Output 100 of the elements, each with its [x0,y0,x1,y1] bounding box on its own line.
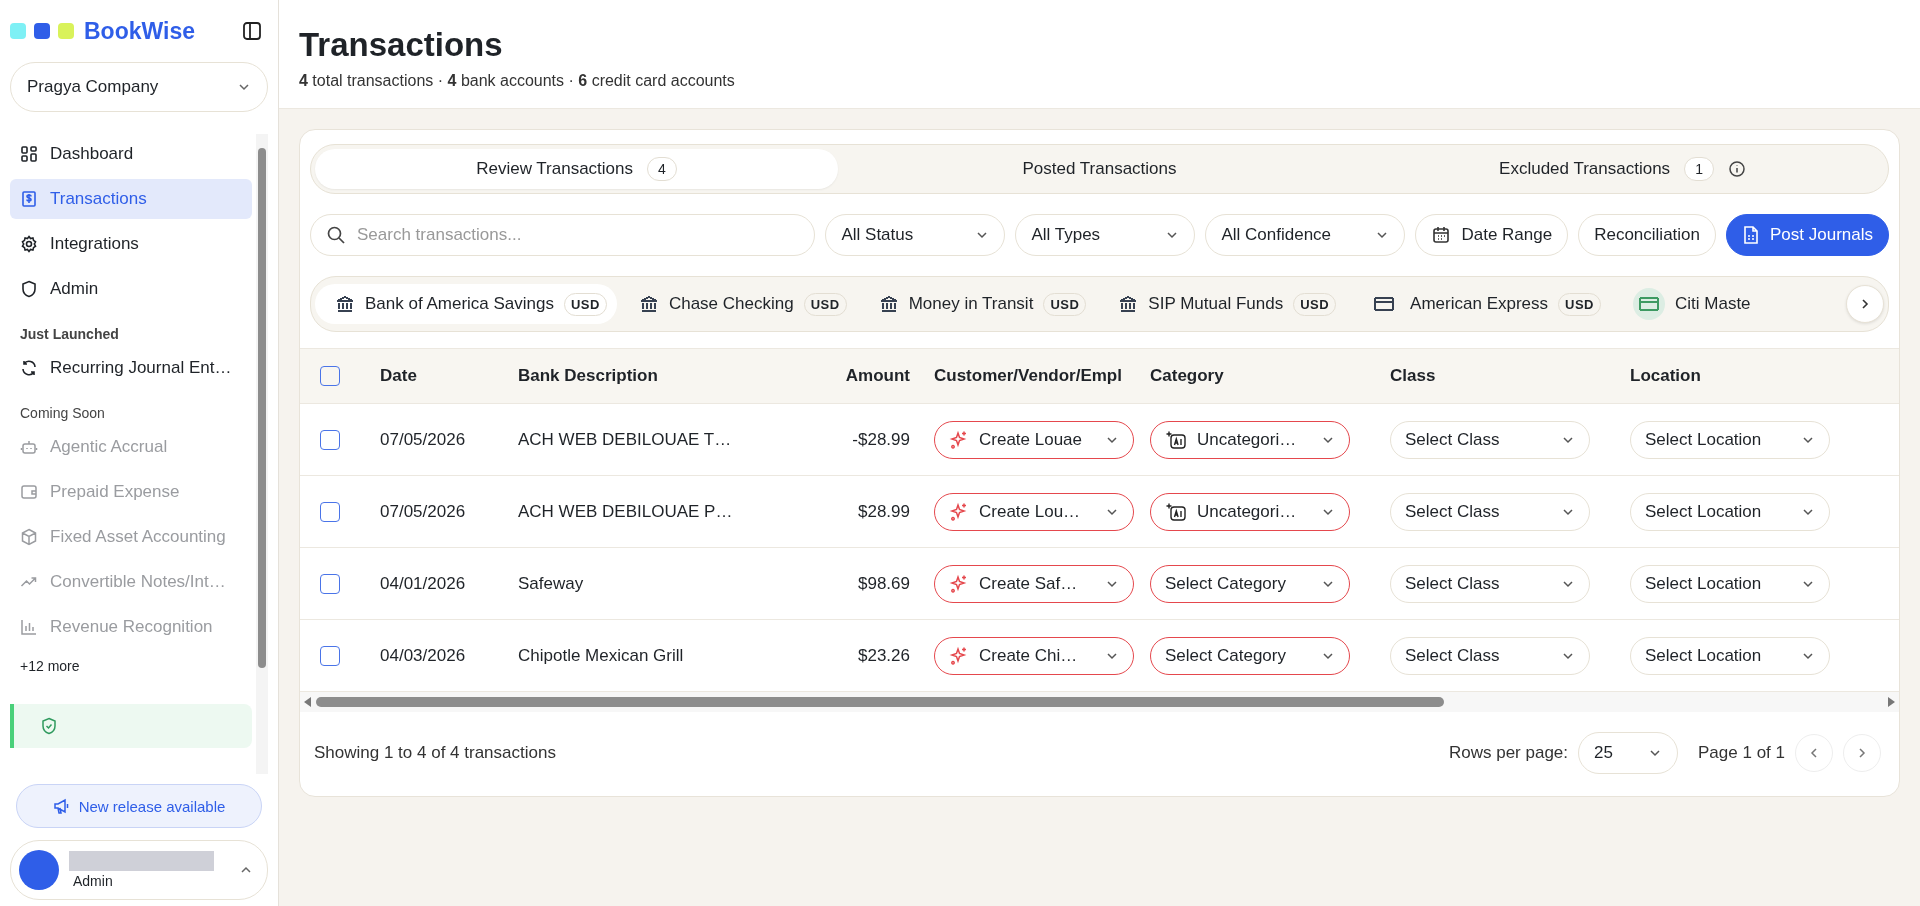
user-menu[interactable]: Admin [10,840,268,900]
nav-item[interactable]: Dashboard [10,134,252,174]
dropdown-select[interactable]: Select Location [1630,636,1830,675]
shield-check-icon [40,717,58,735]
dropdown-select[interactable]: Create Lou… [934,492,1134,531]
more-link[interactable]: +12 more [10,652,252,680]
reconciliation-button[interactable]: Reconciliation [1578,214,1716,256]
description-cell-text: ACH WEB DEBILOUAE T… [518,429,733,450]
robot-icon [20,438,38,456]
amount-cell-text: $23.26 [857,645,910,666]
column-header: Class [1390,366,1437,386]
tab[interactable]: Posted Transactions [838,149,1361,189]
tab[interactable]: Excluded Transactions 1 [1361,149,1884,189]
column-header: Amount [844,366,910,386]
column-header: Bank Description [518,366,659,386]
account-chip[interactable]: Bank of America Savings USD [315,284,617,324]
account-chip[interactable]: Chase Checking USD [618,284,857,324]
dropdown-select[interactable]: Select Category [1150,636,1350,675]
rows-per-page-label: Rows per page: [1448,743,1569,763]
dropdown-select[interactable]: Create Saf… [934,564,1134,603]
avatar [19,850,59,890]
sidebar-toggle-icon[interactable] [242,21,262,41]
scroll-left-icon[interactable] [304,697,312,707]
sparkle-icon [949,645,969,666]
search-field[interactable]: Search transactions... [310,214,816,256]
date-cell-text: 04/03/2026 [380,645,467,666]
dropdown-select[interactable]: Select Class [1390,420,1590,459]
dropdown-select[interactable]: Uncategori… [1150,420,1350,459]
document-icon [1742,225,1760,245]
ai-sparkle-icon [1165,501,1187,522]
column-header: Category [1150,366,1225,386]
scrollbar[interactable] [256,134,268,774]
count-badge: 1 [1684,157,1714,181]
scroll-right-icon[interactable] [1887,697,1895,707]
sparkle-icon [949,429,969,450]
column-header: Location [1630,366,1702,386]
account-chip[interactable]: Money in Transit USD [858,284,1097,324]
megaphone-icon [52,797,71,815]
dropdown-select[interactable]: Select Location [1630,564,1830,603]
dropdown-select[interactable]: Select Location [1630,420,1830,459]
section-heading: Coming Soon [19,404,106,423]
dropdown-select[interactable]: Select Class [1390,564,1590,603]
dropdown-select[interactable]: Select Location [1630,492,1830,531]
dashboard-icon [20,145,38,163]
refresh-icon [20,359,38,377]
date-cell-text: 07/05/2026 [380,429,467,450]
row-checkbox[interactable] [320,501,340,522]
brand-name: BookWise [84,17,195,45]
cube-icon [20,528,38,546]
date-range-button[interactable]: Date Range [1415,214,1569,256]
shield-icon [20,280,38,298]
amount-cell-text: $28.99 [857,501,910,522]
user-role: Admin [72,873,114,889]
section-heading: Just Launched [19,325,120,344]
select-all-checkbox[interactable] [320,366,340,386]
tab[interactable]: Review Transactions 4 [315,149,838,189]
amount-cell-text: $98.69 [857,573,910,594]
dropdown-select[interactable]: Select Category [1150,564,1350,603]
date-cell-text: 07/05/2026 [380,501,467,522]
account-chip[interactable]: Citi Maste [1613,284,1761,324]
release-button[interactable]: New release available [16,784,262,828]
dropdown-select[interactable]: Create Chi… [934,636,1134,675]
nav-item[interactable]: Recurring Journal Ent… [10,348,252,388]
date-cell-text: 04/01/2026 [380,573,467,594]
dropdown-select[interactable]: Uncategori… [1150,492,1350,531]
rows-per-page-select[interactable]: 25 [1578,732,1679,774]
account-chip[interactable]: SIP Mutual Funds USD [1098,284,1347,324]
description-cell-text: Safeway [518,573,585,594]
dropdown-select[interactable]: Select Class [1390,636,1590,675]
filter-select[interactable]: All Types [1015,214,1196,256]
pagination-summary: Showing 1 to 4 of 4 transactions [314,743,557,763]
sparkle-icon [949,501,969,522]
wallet-icon [20,483,38,501]
filter-select[interactable]: All Confidence [1205,214,1406,256]
dropdown-select[interactable]: Select Class [1390,492,1590,531]
sparkle-icon [949,573,969,594]
account-chip[interactable]: American Express USD [1348,284,1611,324]
row-checkbox[interactable] [320,645,340,666]
calendar-icon [1431,225,1452,245]
count-badge: 4 [647,157,677,181]
page-summary: 4 total transactions · 4 bank accounts · 6 credit card accounts [299,72,736,90]
settings-icon [20,235,38,253]
column-header: Customer/Vendor/Empl [933,366,1123,386]
page-title: Transactions [299,26,504,64]
nav-item[interactable]: Admin [10,269,252,309]
search-icon [326,225,346,245]
description-cell-text: ACH WEB DEBILOUAE P… [518,501,734,522]
nav-item[interactable]: Integrations [10,224,252,264]
company-select[interactable]: Pragya Company [10,62,268,112]
row-checkbox[interactable] [320,573,340,594]
horizontal-scrollbar[interactable] [300,692,1899,712]
logo-icon [10,23,74,39]
nav-item[interactable]: Transactions [10,179,252,219]
column-header: Date [380,366,418,386]
post-journals-button[interactable]: Post Journals [1726,214,1889,256]
row-checkbox[interactable] [320,429,340,450]
filter-select[interactable]: All Status [825,214,1006,256]
receipt-icon [20,190,38,208]
amount-cell-text: -$28.99 [851,429,910,450]
dropdown-select[interactable]: Create Louae [934,420,1134,459]
